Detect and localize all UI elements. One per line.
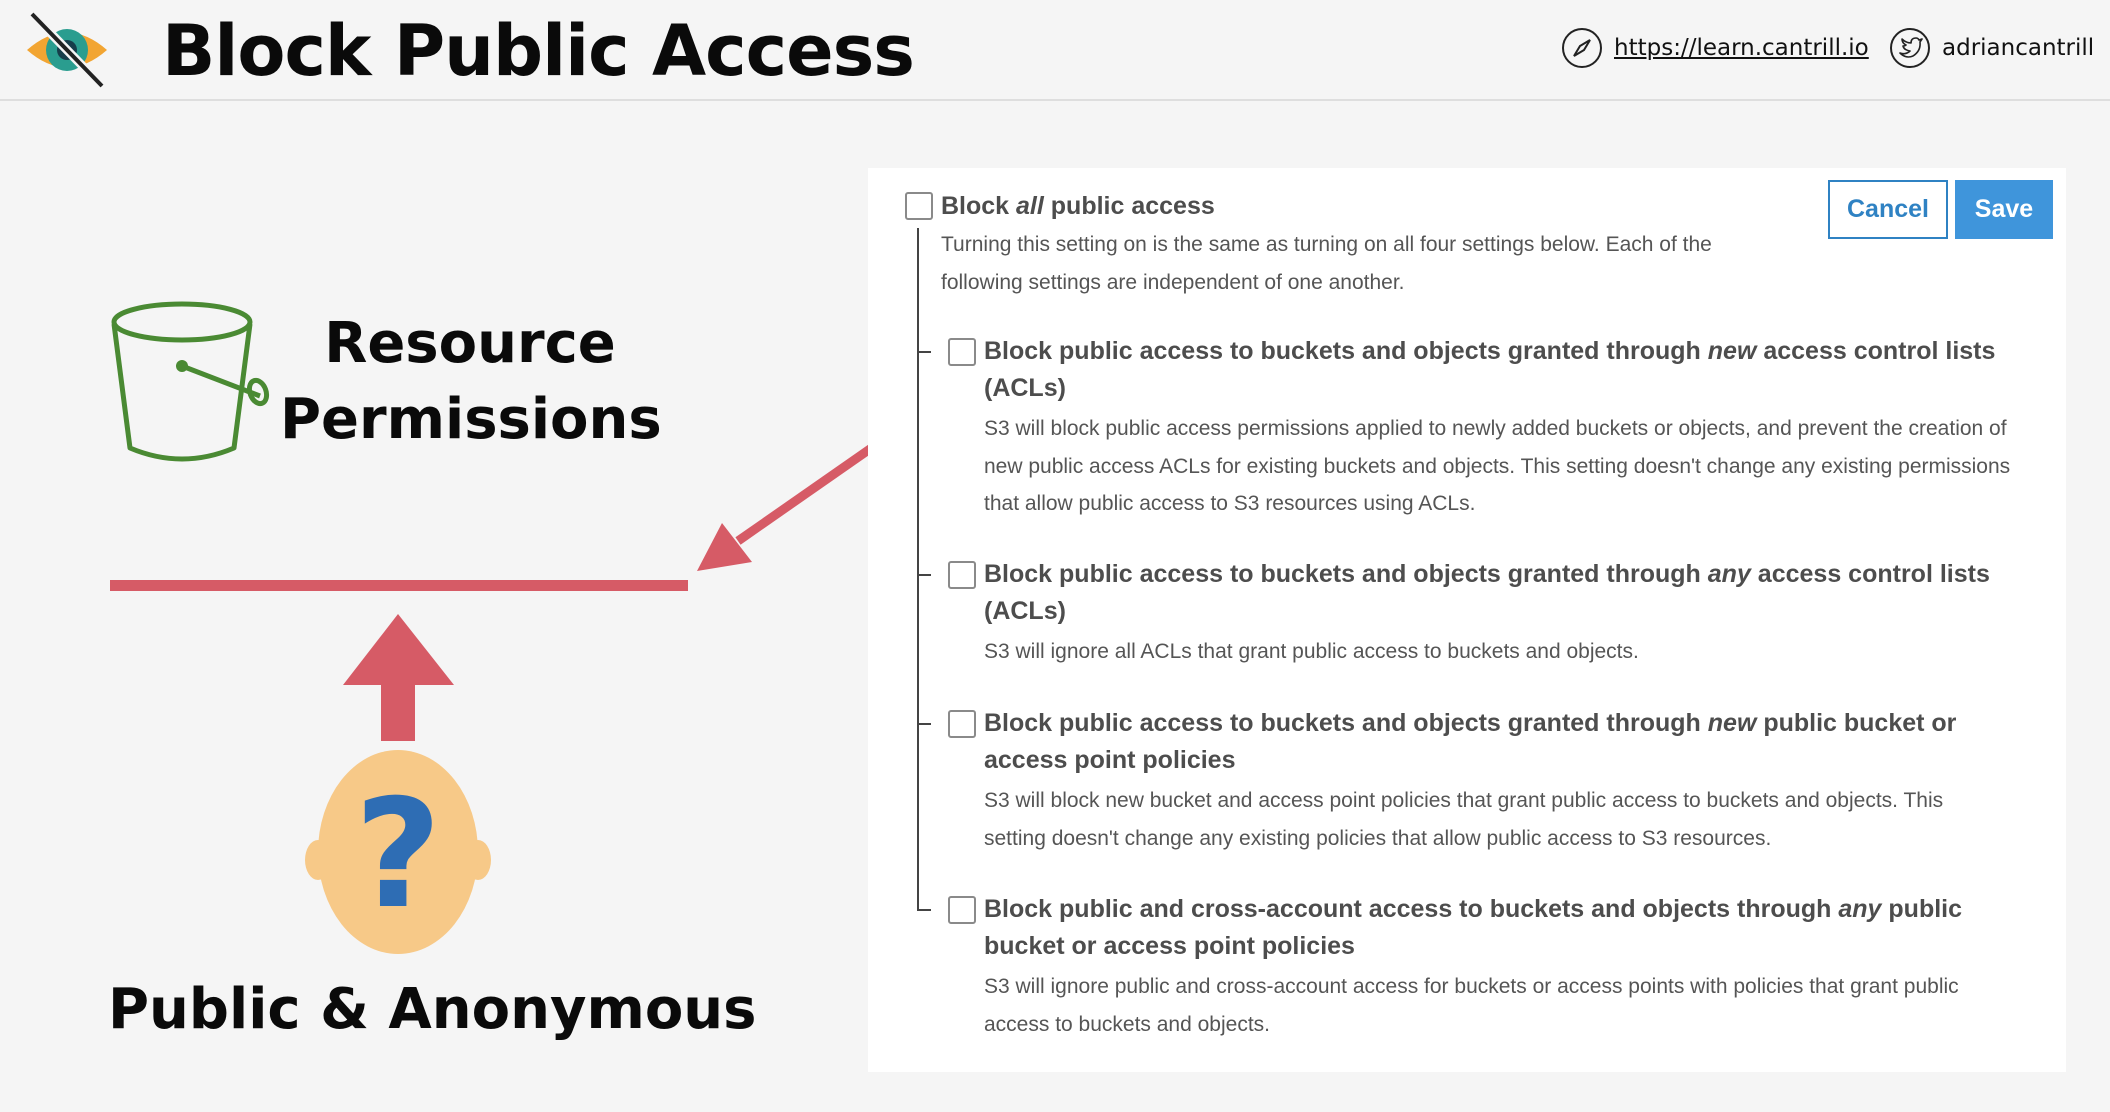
option-new-policies-description: S3 will block new bucket and access poin… bbox=[984, 789, 1944, 850]
option-new-acls-checbox[interactable] bbox=[948, 338, 976, 366]
resource-label-line2: Permissions bbox=[280, 387, 662, 452]
option-new-acls-description: S3 will block public access permissions … bbox=[984, 417, 2011, 515]
cancel-button[interactable]: Cancel bbox=[1828, 180, 1948, 239]
anonymous-person-icon: ? bbox=[305, 750, 491, 954]
up-arrow-head bbox=[343, 614, 454, 685]
option-any-acls-title: Block public access to buckets and objec… bbox=[984, 560, 1990, 625]
question-mark: ? bbox=[354, 768, 441, 942]
option-any-policies-title: Block public and cross-account access to… bbox=[984, 895, 1963, 960]
option-any-policies-description: S3 will ignore public and cross-account … bbox=[984, 975, 1959, 1036]
resource-permissions-label: Resource Permissions bbox=[280, 306, 662, 458]
twitter-bird-icon bbox=[1890, 28, 1930, 68]
twitter-link[interactable]: adriancantrill bbox=[1888, 26, 2094, 70]
page-title: Block Public Access bbox=[162, 10, 915, 92]
twitter-handle[interactable]: adriancantrill bbox=[1942, 35, 2094, 61]
option-new-policies-title: Block public access to buckets and objec… bbox=[984, 709, 1957, 774]
site-url[interactable]: https://learn.cantrill.io bbox=[1614, 35, 1869, 61]
compass-icon bbox=[1562, 28, 1602, 68]
s3-bucket-icon bbox=[111, 301, 270, 462]
option-new-acls-title: Block public access to buckets and objec… bbox=[984, 337, 1996, 402]
tree-connector bbox=[917, 228, 919, 910]
up-arrow-shaft bbox=[381, 670, 415, 741]
diagonal-arrow-head bbox=[697, 523, 752, 571]
header-bar: Block Public Access https://learn.cantri… bbox=[0, 0, 2110, 101]
barrier-line bbox=[110, 580, 688, 591]
option-new-policies-checkbox[interactable] bbox=[948, 710, 976, 738]
save-button[interactable]: Save bbox=[1955, 180, 2053, 239]
site-link[interactable]: https://learn.cantrill.io bbox=[1560, 26, 1869, 70]
public-anonymous-label: Public & Anonymous bbox=[108, 977, 757, 1042]
block-all-title: Block all public access bbox=[941, 192, 1215, 220]
slide: Block Public Access https://learn.cantri… bbox=[0, 0, 2110, 1112]
option-any-acls-checkbox[interactable] bbox=[948, 561, 976, 589]
option-any-acls-description: S3 will ignore all ACLs that grant publi… bbox=[984, 640, 1639, 663]
tree-branch bbox=[917, 723, 931, 725]
tree-branch bbox=[917, 909, 931, 911]
resource-label-line1: Resource bbox=[324, 311, 616, 376]
eye-slash-icon bbox=[27, 10, 107, 90]
block-all-checkbox[interactable] bbox=[905, 192, 933, 220]
tree-branch bbox=[917, 351, 931, 353]
tree-branch bbox=[917, 574, 931, 576]
block-all-description: Turning this setting on is the same as t… bbox=[941, 233, 1712, 294]
block-public-access-panel: Cancel Save Block all public access Turn… bbox=[868, 168, 2066, 1072]
option-any-policies-checkbox[interactable] bbox=[948, 896, 976, 924]
